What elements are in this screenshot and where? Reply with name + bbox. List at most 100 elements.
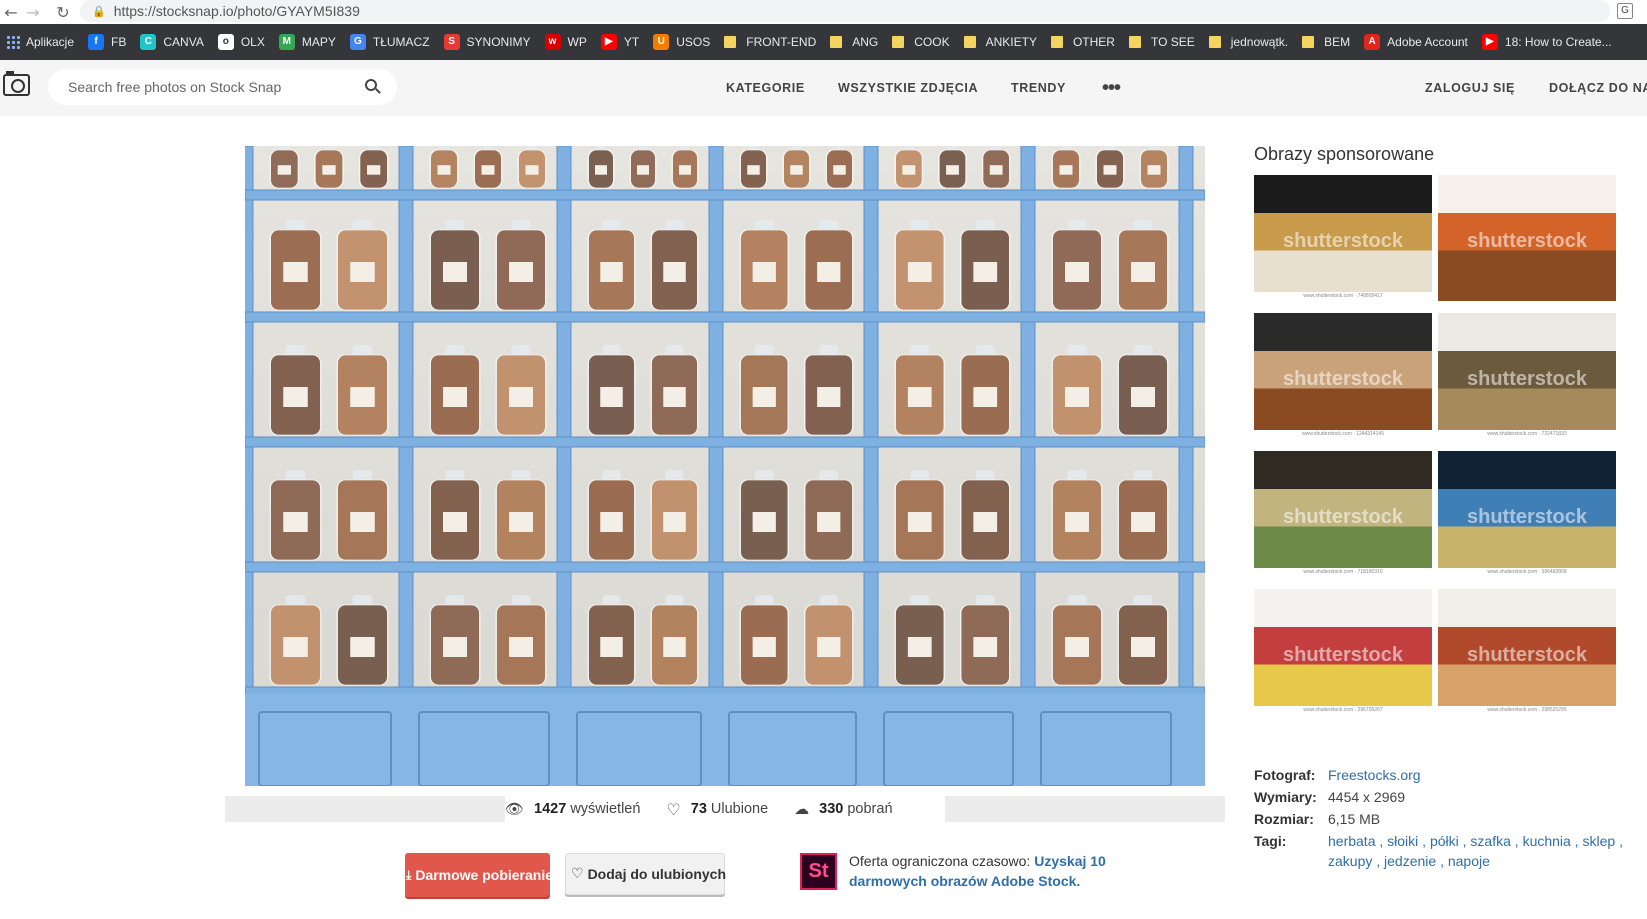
bookmark-label: WP [567, 35, 587, 49]
main-photo[interactable] [245, 146, 1205, 786]
bookmark-label: jednowątk. [1230, 35, 1289, 49]
bookmark-item[interactable]: ▶ 18: How to Create... [1481, 34, 1612, 50]
thumbnail-caption: www.shutterstock.com · 298525295 [1438, 706, 1616, 715]
nav-kategorie[interactable]: KATEGORIE [726, 81, 805, 95]
back-icon[interactable]: ← [0, 1, 22, 23]
photographer-link[interactable]: Freestocks.org [1328, 767, 1421, 783]
sponsored-thumbnail[interactable]: shutterstock www.shutterstock.com · 59648… [1438, 451, 1616, 577]
tag-link[interactable]: półki [1430, 833, 1459, 849]
search-input[interactable] [68, 79, 358, 95]
dimensions-key: Wymiary: [1254, 789, 1317, 805]
add-to-favorites-button[interactable]: ♡ Dodaj do ulubionych [565, 853, 726, 895]
bookmark-item[interactable]: f FB [88, 34, 126, 50]
bookmark-label: OTHER [1072, 35, 1115, 49]
bookmark-item[interactable]: G TŁUMACZ [349, 34, 430, 50]
folder-icon [1302, 36, 1315, 48]
search-icon[interactable] [365, 79, 377, 91]
stats-bar-right [945, 796, 1225, 822]
bookmark-item[interactable]: COOK [892, 35, 950, 49]
bookmark-label: FB [111, 35, 127, 49]
shelf-board [245, 189, 1205, 201]
bookmark-item[interactable]: C CANVA [140, 34, 204, 50]
youtube-icon: ▶ [1481, 34, 1498, 50]
folder-icon [892, 36, 905, 48]
translate-page-icon[interactable]: G [1617, 3, 1633, 19]
bookmark-item[interactable]: FRONT-END [724, 35, 816, 49]
tag-link[interactable]: kuchnia [1523, 833, 1571, 849]
more-menu-icon[interactable]: ••• [1102, 77, 1121, 100]
bookmark-item[interactable]: M MAPY [278, 34, 336, 50]
sponsored-thumbnail[interactable]: shutterstock [1438, 175, 1616, 301]
sponsored-thumbnail[interactable]: shutterstock www.shutterstock.com · 12443… [1254, 313, 1432, 439]
tag-link[interactable]: zakupy [1328, 853, 1372, 869]
login-link[interactable]: ZALOGUJ SIĘ [1425, 81, 1515, 95]
bookmark-item[interactable]: TO SEE [1128, 35, 1195, 49]
heart-icon: ♡ [666, 799, 681, 819]
shelf-post [556, 146, 572, 707]
bookmark-item[interactable]: OTHER [1050, 35, 1115, 49]
bookmark-label: MAPY [301, 35, 336, 49]
bookmark-item[interactable]: w WP [544, 34, 587, 50]
tag-link[interactable]: herbata [1328, 833, 1375, 849]
shelf-board [245, 436, 1205, 448]
sponsored-thumbnail[interactable]: shutterstock www.shutterstock.com · 74080… [1254, 175, 1432, 301]
eye-icon: 👁 [505, 800, 525, 818]
bookmark-item[interactable]: jednowątk. [1208, 35, 1289, 49]
adobe-stock-logo[interactable]: St [800, 853, 837, 890]
bookmark-item[interactable]: ANG [830, 35, 878, 49]
bookmark-item[interactable]: o OLX [217, 34, 265, 50]
bookmark-item[interactable]: U USOS [653, 34, 710, 50]
watermark: shutterstock [1466, 368, 1588, 391]
nav-wszystkie-zdjecia[interactable]: WSZYSTKIE ZDJĘCIA [838, 81, 978, 95]
shelf-board [245, 311, 1205, 323]
watermark: shutterstock [1466, 506, 1588, 529]
bookmark-label: OLX [240, 35, 265, 49]
bookmark-item[interactable]: A Adobe Account [1364, 34, 1468, 50]
size-row: Rozmiar: 6,15 MB [1254, 808, 1628, 830]
folder-icon [724, 36, 737, 48]
sponsored-thumbnail[interactable]: shutterstock www.shutterstock.com · 29670… [1254, 589, 1432, 715]
canva-icon: C [140, 34, 157, 50]
join-link[interactable]: DOŁĄCZ DO NAS [1549, 81, 1647, 95]
reload-icon[interactable]: ↻ [52, 1, 74, 23]
download-button[interactable]: ⤓ Darmowe pobieranie [405, 853, 550, 897]
download-icon: ⤓ [406, 867, 412, 882]
favorite-label: Dodaj do ulubionych [587, 866, 726, 882]
size-key: Rozmiar: [1254, 811, 1314, 827]
shelf-post [863, 146, 879, 707]
watermark: shutterstock [1466, 230, 1588, 253]
bookmark-label: Aplikacje [26, 35, 75, 49]
likes-count: 73 [690, 801, 707, 817]
tag-link[interactable]: słoiki [1387, 833, 1418, 849]
sponsored-thumbnail[interactable]: shutterstock www.shutterstock.com · 29852… [1438, 589, 1616, 715]
shelf-post [1178, 146, 1194, 707]
tag-link[interactable]: szafka [1470, 833, 1510, 849]
bookmark-item[interactable]: ▶ YT [600, 34, 640, 50]
bookmark-item[interactable]: ANKIETY [963, 35, 1037, 49]
sponsored-thumbnail[interactable]: shutterstock www.shutterstock.com · 71818… [1254, 451, 1432, 577]
sponsored-thumbnail[interactable]: shutterstock www.shutterstock.com · 72247… [1438, 313, 1616, 439]
browser-toolbar: ← → ↻ 🔒 https://stocksnap.io/photo/GYAYM… [0, 0, 1647, 24]
bookmark-item[interactable]: S SYNONIMY [443, 34, 531, 50]
tag-link[interactable]: sklep [1583, 833, 1616, 849]
address-bar[interactable]: 🔒 https://stocksnap.io/photo/GYAYM5I839 [80, 0, 1610, 22]
folder-icon [1050, 36, 1063, 48]
shelf-post [245, 146, 254, 707]
tags-row: Tagi: herbata , słoiki , półki , szafka … [1254, 830, 1628, 871]
folder-icon [963, 36, 976, 48]
tags-list: herbata , słoiki , półki , szafka , kuch… [1328, 833, 1623, 869]
nav-trendy[interactable]: TRENDY [1011, 81, 1066, 95]
downloads-label: pobrań [847, 801, 893, 817]
forward-icon[interactable]: → [22, 1, 44, 23]
tag-link[interactable]: napoje [1448, 853, 1490, 869]
tag-link[interactable]: jedzenie [1384, 853, 1436, 869]
offer-text: Oferta ograniczona czasowo: [849, 853, 1031, 869]
views-count: 1427 [534, 801, 567, 817]
dimensions-row: Wymiary: 4454 x 2969 [1254, 786, 1628, 808]
bookmark-item[interactable]: BEM [1302, 35, 1350, 49]
bookmark-label: BEM [1324, 35, 1351, 49]
bookmark-item[interactable]: Aplikacje [6, 35, 74, 49]
thumbnail-caption: www.shutterstock.com · 1244314145 [1254, 430, 1432, 439]
bookmark-label: YT [623, 35, 640, 49]
camera-logo-icon[interactable] [3, 71, 30, 96]
